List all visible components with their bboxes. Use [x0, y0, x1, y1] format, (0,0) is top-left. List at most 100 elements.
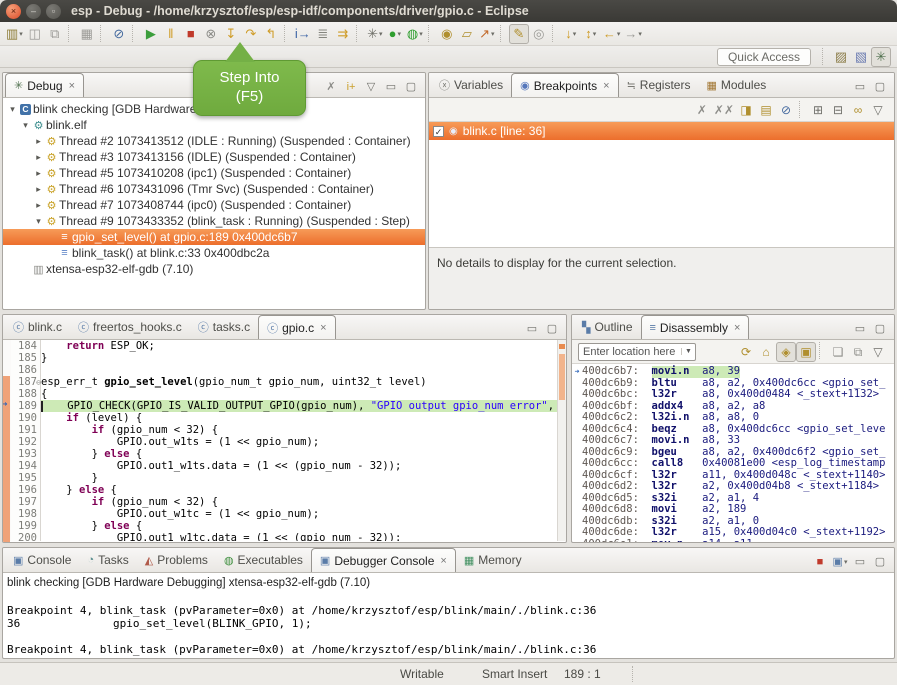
- toggle-annotations-button[interactable]: ◎: [529, 24, 549, 44]
- save-button[interactable]: ◫: [25, 24, 45, 44]
- code-line[interactable]: GPIO.out_w1tc = (1 << gpio_num);: [41, 508, 557, 520]
- show-source-button[interactable]: ▣: [796, 342, 816, 362]
- maximize-button[interactable]: ▫: [46, 4, 61, 19]
- overview-marker-current[interactable]: [559, 344, 565, 349]
- code-line[interactable]: GPIO_CHECK(GPIO_IS_VALID_OUTPUT_GPIO(gpi…: [41, 400, 557, 412]
- close-icon[interactable]: ×: [320, 322, 326, 334]
- collapse-all-button[interactable]: ⊟: [828, 100, 848, 120]
- disassembly-row[interactable]: ➜400dc6b7: movi.n a8, 39: [572, 366, 894, 378]
- minimize-view-button[interactable]: ▭: [522, 319, 542, 339]
- tree-expander-icon[interactable]: ▸: [33, 152, 44, 163]
- remove-all-terminated-button[interactable]: ✗: [321, 77, 341, 97]
- tab-tasks[interactable]: ◔Tasks: [79, 548, 136, 572]
- disassembly-listing[interactable]: ➜400dc6b7: movi.n a8, 39400dc6b9: bltu a…: [572, 364, 894, 543]
- tree-expander-icon[interactable]: ▸: [33, 184, 44, 195]
- line-number[interactable]: 185: [11, 352, 40, 364]
- debug-tree-item[interactable]: ▸⚙Thread #3 1073413156 (IDLE) (Suspended…: [3, 149, 425, 165]
- code-line[interactable]: }: [41, 352, 557, 364]
- tab-executables[interactable]: ◍Executables: [216, 548, 311, 572]
- code-line[interactable]: GPIO.out1_w1ts.data = (1 << (gpio_num - …: [41, 460, 557, 472]
- line-number[interactable]: 195: [11, 472, 40, 484]
- code-line[interactable]: } else {: [41, 448, 557, 460]
- line-number[interactable]: 188: [11, 388, 40, 400]
- debug-tree-item[interactable]: ▸⚙Thread #5 1073410208 (ipc1) (Suspended…: [3, 165, 425, 181]
- view-menu-button[interactable]: ▽: [361, 77, 381, 97]
- tab-disassembly[interactable]: ≡Disassembly×: [641, 315, 750, 339]
- save-all-button[interactable]: ⧉: [45, 24, 65, 44]
- line-number[interactable]: 198: [11, 508, 40, 520]
- maximize-view-button[interactable]: ▢: [870, 552, 890, 572]
- line-number[interactable]: 193: [11, 448, 40, 460]
- sync-active-context-button[interactable]: ◈: [776, 342, 796, 362]
- maximize-view-button[interactable]: ▢: [401, 77, 421, 97]
- disassembly-row[interactable]: 400dc6bc: l32r a8, 0x400d0484 <_stext+11…: [572, 389, 894, 401]
- last-edit-location-button[interactable]: ↓▾: [561, 24, 581, 44]
- close-button[interactable]: ×: [6, 4, 21, 19]
- open-perspective-button[interactable]: ▨: [831, 47, 851, 67]
- tree-expander-icon[interactable]: ▸: [33, 136, 44, 147]
- tab-outline[interactable]: ▚Outline: [574, 315, 641, 339]
- debug-tree-item[interactable]: ▸⚙Thread #7 1073408744 (ipc0) (Suspended…: [3, 197, 425, 213]
- tab-debugger-console[interactable]: ▣Debugger Console×: [311, 548, 456, 572]
- code-area[interactable]: return ESP_OK;} esp_err_t gpio_set_level…: [41, 340, 557, 541]
- code-line[interactable]: [41, 364, 557, 376]
- close-icon[interactable]: ×: [440, 555, 446, 567]
- disassembly-row[interactable]: 400dc6de: l32r a15, 0x400d04c0 <_stext+1…: [572, 527, 894, 539]
- code-line[interactable]: return ESP_OK;: [41, 340, 557, 352]
- location-combo[interactable]: Enter location here ▼: [578, 343, 696, 361]
- resume-button[interactable]: ▶: [141, 24, 161, 44]
- disconnect-button[interactable]: ⊗: [201, 24, 221, 44]
- pin-view-button[interactable]: ⧉: [848, 342, 868, 362]
- tab-registers[interactable]: ≒Registers: [619, 73, 699, 97]
- open-new-view-button[interactable]: ❏: [828, 342, 848, 362]
- open-resource-button[interactable]: ▱: [457, 24, 477, 44]
- cpp-perspective-button[interactable]: ▧: [851, 47, 871, 67]
- new-wizard-button[interactable]: ▥▾: [4, 24, 25, 44]
- code-line[interactable]: }: [41, 472, 557, 484]
- maximize-view-button[interactable]: ▢: [870, 77, 890, 97]
- tab-freertos-hooks-c[interactable]: ⓒfreertos_hooks.c: [70, 315, 190, 339]
- disassembly-row[interactable]: 400dc6cc: call8 0x40081e00 <esp_log_time…: [572, 458, 894, 470]
- open-element-button[interactable]: ◉: [437, 24, 457, 44]
- run-history-button[interactable]: ↗▾: [477, 24, 497, 44]
- code-line[interactable]: if (level) {: [41, 412, 557, 424]
- tab-problems[interactable]: ◭Problems: [137, 548, 216, 572]
- line-number[interactable]: 194: [11, 460, 40, 472]
- use-step-filters-button[interactable]: ⇉: [333, 24, 353, 44]
- tab-gpio-c[interactable]: ⓒgpio.c×: [258, 315, 335, 339]
- debug-tree-item[interactable]: ▾⚙Thread #9 1073433352 (blink_task : Run…: [3, 213, 425, 229]
- display-selected-console-button[interactable]: ▣▾: [830, 552, 850, 572]
- expand-all-button[interactable]: ⊞: [808, 100, 828, 120]
- line-number[interactable]: 184: [11, 340, 40, 352]
- tree-expander-icon[interactable]: ▸: [33, 200, 44, 211]
- overview-marker-changes[interactable]: [559, 354, 565, 400]
- code-line[interactable]: if (gpio_num < 32) {: [41, 424, 557, 436]
- line-number[interactable]: 186: [11, 364, 40, 376]
- suspend-button[interactable]: ‖: [161, 24, 181, 44]
- minimize-view-button[interactable]: ▭: [850, 319, 870, 339]
- tab-blink-c[interactable]: ⓒblink.c: [5, 315, 70, 339]
- breakpoint-row[interactable]: ✓◉blink.c [line: 36]: [429, 122, 894, 140]
- remove-all-breakpoints-button[interactable]: ✗✗: [712, 100, 736, 120]
- tab-debug[interactable]: ✳ Debug ×: [5, 73, 84, 97]
- chevron-down-icon[interactable]: ▼: [681, 348, 695, 355]
- go-to-file-for-breakpoint-button[interactable]: ▤: [756, 100, 776, 120]
- quick-access-button[interactable]: Quick Access: [717, 48, 811, 66]
- minimize-button[interactable]: –: [26, 4, 41, 19]
- close-icon[interactable]: ×: [603, 80, 609, 92]
- debug-tree-item[interactable]: ▾⚙blink.elf: [3, 117, 425, 133]
- minimize-view-button[interactable]: ▭: [850, 552, 870, 572]
- code-line[interactable]: {: [41, 388, 557, 400]
- disassembly-row[interactable]: 400dc6c7: movi.n a8, 33: [572, 435, 894, 447]
- view-menu-button[interactable]: ▽: [868, 342, 888, 362]
- tab-tasks-c[interactable]: ⓒtasks.c: [190, 315, 258, 339]
- tab-variables[interactable]: ⓧVariables: [431, 73, 511, 97]
- tree-expander-icon[interactable]: ▾: [20, 120, 31, 131]
- line-number[interactable]: 197: [11, 496, 40, 508]
- close-icon[interactable]: ×: [69, 80, 75, 92]
- code-line[interactable]: GPIO.out1_w1tc.data = (1 << (gpio_num - …: [41, 532, 557, 541]
- disassembly-row[interactable]: 400dc6e1: mov.n a14, a11: [572, 539, 894, 544]
- tab-modules[interactable]: ▦Modules: [698, 73, 774, 97]
- forward-history-button[interactable]: →▾: [622, 24, 644, 44]
- editor-gutter[interactable]: 184185186187⊖188189190191192193194195196…: [11, 340, 41, 541]
